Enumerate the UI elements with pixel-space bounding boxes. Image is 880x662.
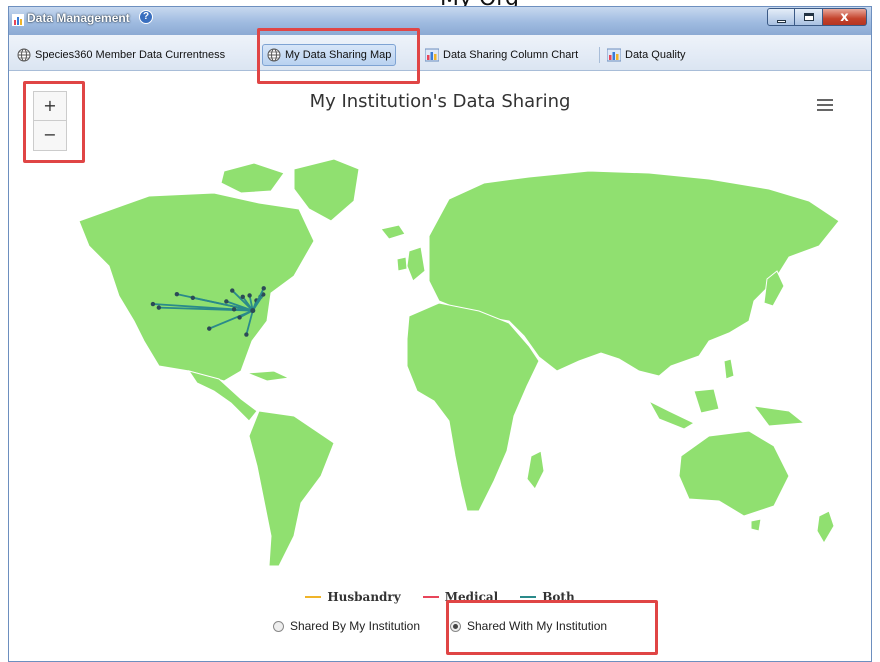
tab-separator xyxy=(599,47,600,63)
institution-point[interactable] xyxy=(231,307,237,312)
radio-button[interactable] xyxy=(272,620,284,632)
zoom-controls: + − xyxy=(33,91,67,151)
legend-item-medical[interactable]: Medical xyxy=(422,590,499,604)
window-title: Data Management xyxy=(27,11,130,25)
maximize-icon xyxy=(803,13,814,21)
radio-button-selected[interactable] xyxy=(450,620,461,632)
africa-landmass xyxy=(406,302,540,512)
legend-swatch xyxy=(520,596,537,598)
legend-label: Husbandry xyxy=(327,590,401,604)
arctic-islands-landmass xyxy=(220,162,285,194)
south-america-landmass xyxy=(248,410,335,567)
institution-point[interactable] xyxy=(224,299,229,304)
globe-icon xyxy=(17,48,31,62)
globe-icon xyxy=(267,48,281,62)
philippines-landmass xyxy=(723,358,735,380)
institution-point[interactable] xyxy=(156,305,162,310)
screenshot: My Org Data Management ? x Species360 Me… xyxy=(0,0,880,662)
tab-bar: Species360 Member Data Currentness My Da… xyxy=(9,35,871,71)
radio-label: Shared By My Institution xyxy=(289,619,420,633)
app-icon xyxy=(12,14,24,26)
tab-my-data-sharing-map[interactable]: My Data Sharing Map xyxy=(262,44,397,66)
hamburger-menu-icon[interactable] xyxy=(817,99,833,111)
institution-point[interactable] xyxy=(237,315,242,320)
my-institution-point[interactable] xyxy=(250,308,256,314)
ireland-landmass xyxy=(396,256,408,272)
zoom-in-button[interactable]: + xyxy=(33,91,67,121)
institution-point[interactable] xyxy=(244,332,249,337)
sharing-direction-options: Shared By My Institution Shared With My … xyxy=(9,619,871,633)
legend-swatch xyxy=(422,596,439,598)
institution-point[interactable] xyxy=(190,295,196,300)
legend: Husbandry Medical Both xyxy=(9,590,871,604)
borneo-landmass xyxy=(693,388,720,414)
legend-label: Medical xyxy=(444,590,499,604)
bar-chart-icon xyxy=(607,48,621,62)
legend-swatch xyxy=(305,596,322,598)
maximize-button[interactable] xyxy=(795,8,823,26)
tab-separator xyxy=(258,47,259,63)
close-button[interactable]: x xyxy=(823,8,867,26)
bar-chart-icon xyxy=(425,48,439,62)
help-icon[interactable]: ? xyxy=(139,10,153,24)
tasmania-landmass xyxy=(750,518,762,532)
zoom-out-button[interactable]: − xyxy=(33,121,67,151)
radio-shared-by-my-institution[interactable]: Shared By My Institution xyxy=(272,619,420,633)
map-title: My Institution's Data Sharing xyxy=(309,91,571,112)
north-america-landmass xyxy=(78,192,315,382)
legend-item-both[interactable]: Both xyxy=(520,590,575,604)
radio-label: Shared With My Institution xyxy=(467,619,608,633)
new-zealand-landmass xyxy=(816,510,835,544)
map-panel: My Institution's Data Sharing + − Husban… xyxy=(9,71,871,661)
australia-landmass xyxy=(678,430,790,517)
tab-data-quality[interactable]: Data Quality xyxy=(603,44,690,66)
minimize-icon xyxy=(776,19,786,23)
great-britain-landmass xyxy=(406,246,426,282)
institution-point[interactable] xyxy=(230,288,235,293)
tab-label: My Data Sharing Map xyxy=(285,49,392,61)
world-map[interactable] xyxy=(9,71,871,581)
institution-point[interactable] xyxy=(261,286,266,291)
window-titlebar[interactable]: Data Management ? x xyxy=(9,7,871,35)
institution-point[interactable] xyxy=(247,293,252,298)
tab-label: Data Quality xyxy=(625,49,686,61)
new-guinea-landmass xyxy=(752,405,806,427)
radio-shared-with-my-institution[interactable]: Shared With My Institution xyxy=(450,619,607,633)
institution-point[interactable] xyxy=(207,326,212,331)
tab-label: Species360 Member Data Currentness xyxy=(35,49,226,61)
cuba-landmass xyxy=(246,370,291,382)
tab-member-data-currentness[interactable]: Species360 Member Data Currentness xyxy=(13,44,229,66)
tab-label: Data Sharing Column Chart xyxy=(443,49,579,61)
legend-label: Both xyxy=(542,590,575,604)
institution-point[interactable] xyxy=(240,294,245,299)
institution-point[interactable] xyxy=(174,291,180,297)
institution-point[interactable] xyxy=(150,301,156,307)
legend-item-husbandry[interactable]: Husbandry xyxy=(305,590,401,604)
minimize-button[interactable] xyxy=(767,8,795,26)
sumatra-java-landmass xyxy=(647,399,696,430)
data-management-window: Data Management ? x Species360 Member Da… xyxy=(8,6,872,662)
tab-separator xyxy=(417,47,418,63)
iceland-landmass xyxy=(380,224,406,240)
tab-data-sharing-column-chart[interactable]: Data Sharing Column Chart xyxy=(421,44,582,66)
madagascar-landmass xyxy=(526,450,545,490)
land-masses xyxy=(78,158,840,567)
close-icon: x xyxy=(840,9,849,25)
greenland-landmass xyxy=(293,158,360,222)
